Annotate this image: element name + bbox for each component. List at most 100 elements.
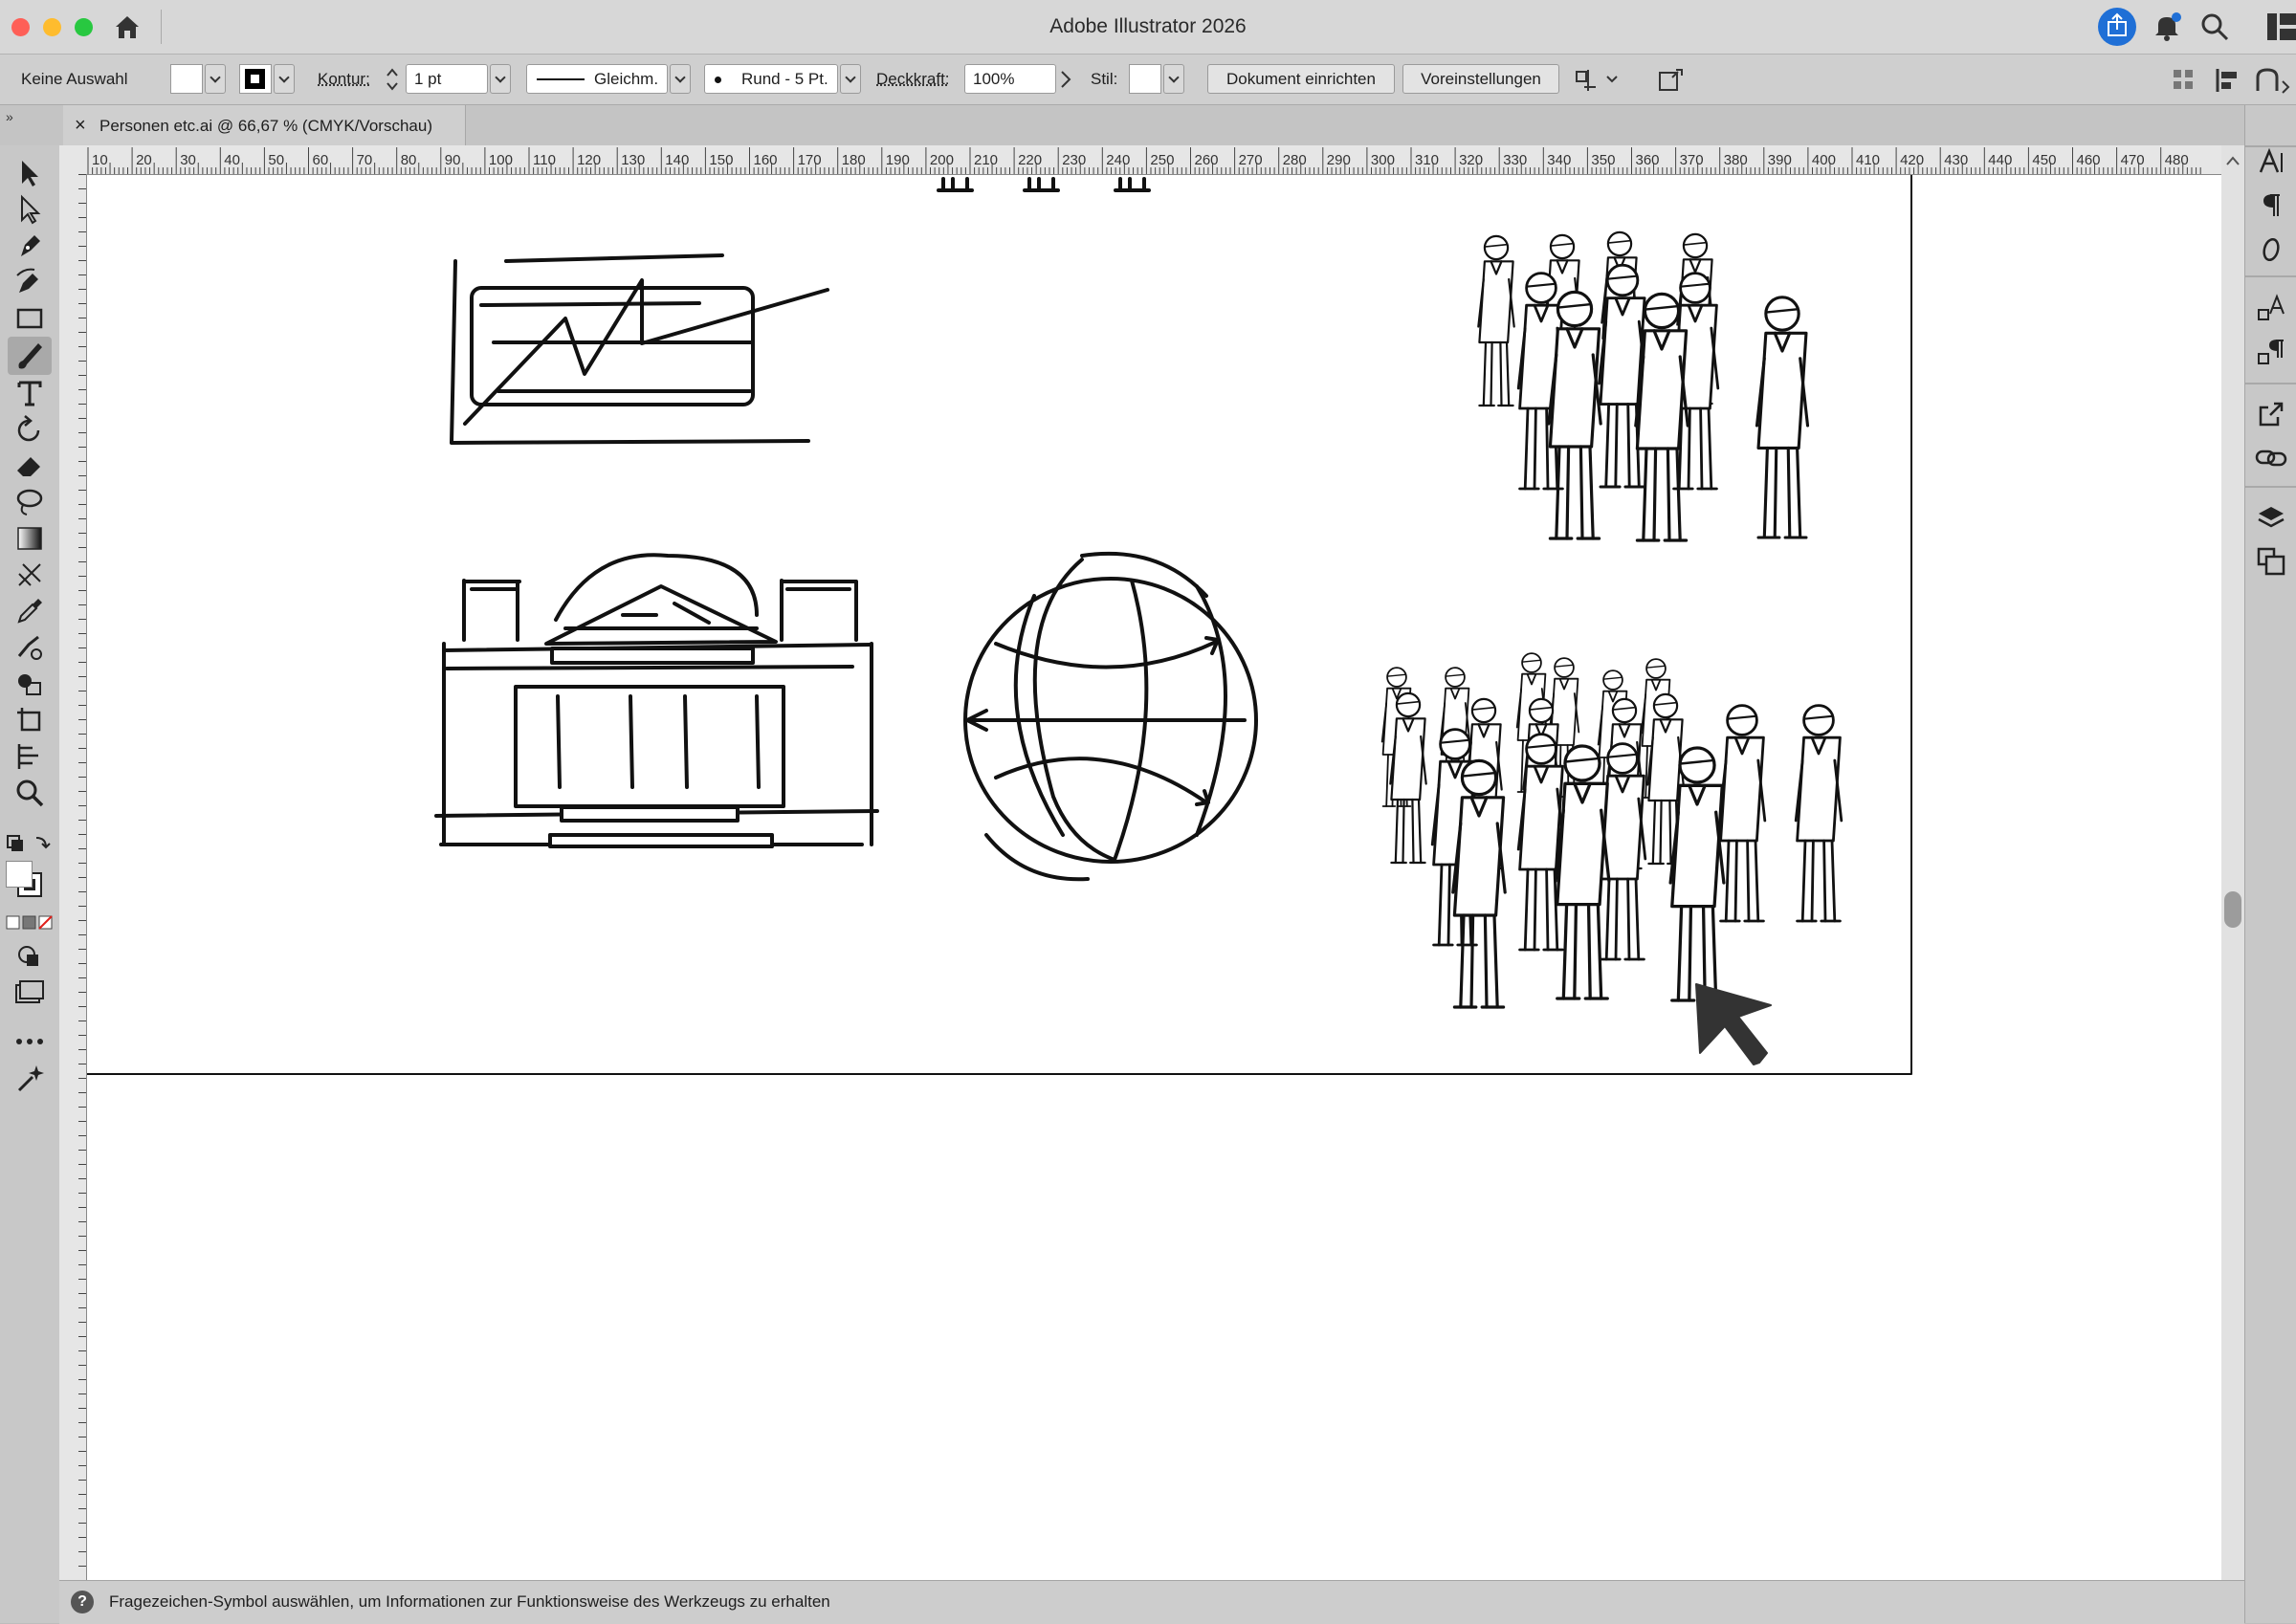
character-styles-panel-icon[interactable] <box>2257 293 2287 323</box>
mesh-tool-icon[interactable] <box>13 559 46 591</box>
stroke-weight-stepper-icon[interactable] <box>385 66 400 93</box>
stroke-dropdown-chevron-icon[interactable] <box>274 64 295 94</box>
graphic-style-chevron-icon[interactable] <box>1163 64 1184 94</box>
zoom-tool-icon[interactable] <box>13 777 46 809</box>
lasso-tool-icon[interactable] <box>13 486 46 518</box>
collapse-panels-icon[interactable]: » <box>6 109 13 124</box>
export-panel-icon[interactable] <box>2257 400 2285 428</box>
opentype-panel-icon[interactable] <box>2257 235 2285 264</box>
ruler-label: 20 <box>136 152 152 168</box>
crowd-sketch-group-1[interactable] <box>1478 232 1807 540</box>
curvature-tool-icon[interactable] <box>13 266 46 298</box>
brush-chevron-icon[interactable] <box>840 64 861 94</box>
scroll-up-chevron-icon[interactable] <box>2225 155 2241 166</box>
gradient-tool-icon[interactable] <box>13 522 46 555</box>
globe-sketch-drawing[interactable] <box>965 554 1256 879</box>
ruler-label: 350 <box>1591 152 1615 168</box>
type-tool-icon[interactable] <box>13 377 46 409</box>
ruler-label: 70 <box>357 152 373 168</box>
selection-tool-icon[interactable] <box>13 157 46 189</box>
arrange-documents-icon[interactable] <box>2172 68 2200 93</box>
ruler-label: 410 <box>1856 152 1880 168</box>
style-label: Stil: <box>1091 70 1117 89</box>
shape-builder-tool-icon[interactable] <box>13 668 46 700</box>
ruler-label: 430 <box>1944 152 1968 168</box>
align-panel-icon[interactable] <box>2214 66 2242 95</box>
partial-figures-top[interactable] <box>938 179 1149 190</box>
share-icon[interactable] <box>2097 7 2137 47</box>
help-icon[interactable]: ? <box>71 1591 94 1613</box>
search-icon[interactable] <box>2200 12 2229 41</box>
stroke-color-swatch[interactable] <box>239 64 272 94</box>
preferences-button[interactable]: Voreinstellungen <box>1402 64 1559 94</box>
graphic-style-swatch[interactable] <box>1129 64 1161 94</box>
ruler-label: 100 <box>489 152 513 168</box>
paragraph-panel-icon[interactable] <box>2257 191 2285 220</box>
direct-selection-tool-icon[interactable] <box>13 193 46 226</box>
stroke-weight-chevron-icon[interactable] <box>490 64 511 94</box>
dock-divider <box>2245 486 2296 488</box>
color-mode-buttons-icon[interactable] <box>6 914 54 932</box>
opacity-input[interactable]: 100% <box>964 64 1056 94</box>
ruler-label: 240 <box>1106 152 1130 168</box>
draw-mode-icon[interactable] <box>13 941 46 974</box>
links-panel-icon[interactable] <box>2255 444 2287 472</box>
swap-fill-stroke-icon[interactable] <box>6 832 54 857</box>
opacity-arrow-icon[interactable] <box>1058 70 1073 89</box>
document-setup-button[interactable]: Dokument einrichten <box>1207 64 1395 94</box>
artboards-panel-icon[interactable] <box>2257 547 2285 576</box>
edit-toolbar-icon[interactable] <box>13 1025 46 1058</box>
workspace-switcher-icon[interactable] <box>2267 13 2296 40</box>
ruler-label: 360 <box>1636 152 1660 168</box>
blend-tool-icon[interactable] <box>13 631 46 664</box>
document-tab[interactable]: × Personen etc.ai @ 66,67 % (CMYK/Vorsch… <box>63 105 466 145</box>
recolor-artwork-icon[interactable] <box>1657 66 1686 95</box>
panel-dock <box>2244 105 2296 1623</box>
chart-sketch-drawing[interactable] <box>452 255 828 443</box>
ruler-label: 290 <box>1327 152 1351 168</box>
stroke-weight-input[interactable]: 1 pt <box>406 64 488 94</box>
close-document-icon[interactable]: × <box>75 115 86 137</box>
control-bar: Keine Auswahl Kontur: 1 pt Gleichm. Rund… <box>0 55 2296 105</box>
fill-dropdown-chevron-icon[interactable] <box>205 64 226 94</box>
paintbrush-tool-icon[interactable] <box>13 340 46 372</box>
eyedropper-tool-icon[interactable] <box>13 595 46 627</box>
horizontal-ruler[interactable]: 10 20 30 40 50 60 70 80 90 100 110 120 130 140 150 160 1… <box>59 145 2221 175</box>
dock-divider <box>2245 275 2296 277</box>
artboard-tool-icon[interactable] <box>13 704 46 736</box>
fill-color-swatch[interactable] <box>170 64 203 94</box>
horizontal-ruler-ticks: 10 20 30 40 50 60 70 80 90 100 110 120 130 140 150 160 1… <box>59 145 2221 174</box>
brush-definition-select[interactable]: Rund - 5 Pt. <box>704 64 838 94</box>
notifications-bell-icon[interactable] <box>2152 11 2181 42</box>
slice-tool-icon[interactable] <box>13 740 46 773</box>
fill-swatch-large[interactable] <box>6 861 33 888</box>
paragraph-styles-panel-icon[interactable] <box>2257 337 2287 367</box>
pen-tool-icon[interactable] <box>13 230 46 262</box>
ruler-label: 170 <box>798 152 822 168</box>
generative-ai-icon[interactable] <box>13 1064 46 1096</box>
layers-panel-icon[interactable] <box>2257 503 2285 532</box>
align-select-icon[interactable] <box>1575 66 1621 93</box>
stroke-profile-select[interactable]: Gleichm. <box>526 64 668 94</box>
transform-panel-icon[interactable] <box>2254 66 2292 95</box>
ruler-label: 140 <box>665 152 689 168</box>
stroke-profile-chevron-icon[interactable] <box>670 64 691 94</box>
rectangle-tool-icon[interactable] <box>13 302 46 335</box>
vertical-ruler-ticks <box>59 174 86 1580</box>
title-bar: Adobe Illustrator 2026 <box>0 0 2296 55</box>
building-sketch-drawing[interactable] <box>436 555 877 846</box>
ruler-label: 480 <box>2165 152 2189 168</box>
eraser-tool-icon[interactable] <box>13 450 46 482</box>
stroke-label[interactable]: Kontur: <box>318 70 370 89</box>
screen-mode-icon[interactable] <box>13 977 46 1010</box>
vertical-scrollbar[interactable] <box>2221 145 2244 1580</box>
character-panel-icon[interactable] <box>2257 147 2285 176</box>
vertical-ruler[interactable] <box>59 174 87 1580</box>
opacity-label[interactable]: Deckkraft: <box>876 70 950 89</box>
rotate-tool-icon[interactable] <box>13 413 46 446</box>
vertical-scroll-thumb[interactable] <box>2224 891 2241 928</box>
canvas-area[interactable] <box>87 175 2221 1580</box>
crowd-sketch-group-2[interactable] <box>1382 653 1842 1007</box>
brush-label: Rund - 5 Pt. <box>741 65 828 93</box>
document-tab-title: Personen etc.ai @ 66,67 % (CMYK/Vorschau… <box>99 117 432 136</box>
